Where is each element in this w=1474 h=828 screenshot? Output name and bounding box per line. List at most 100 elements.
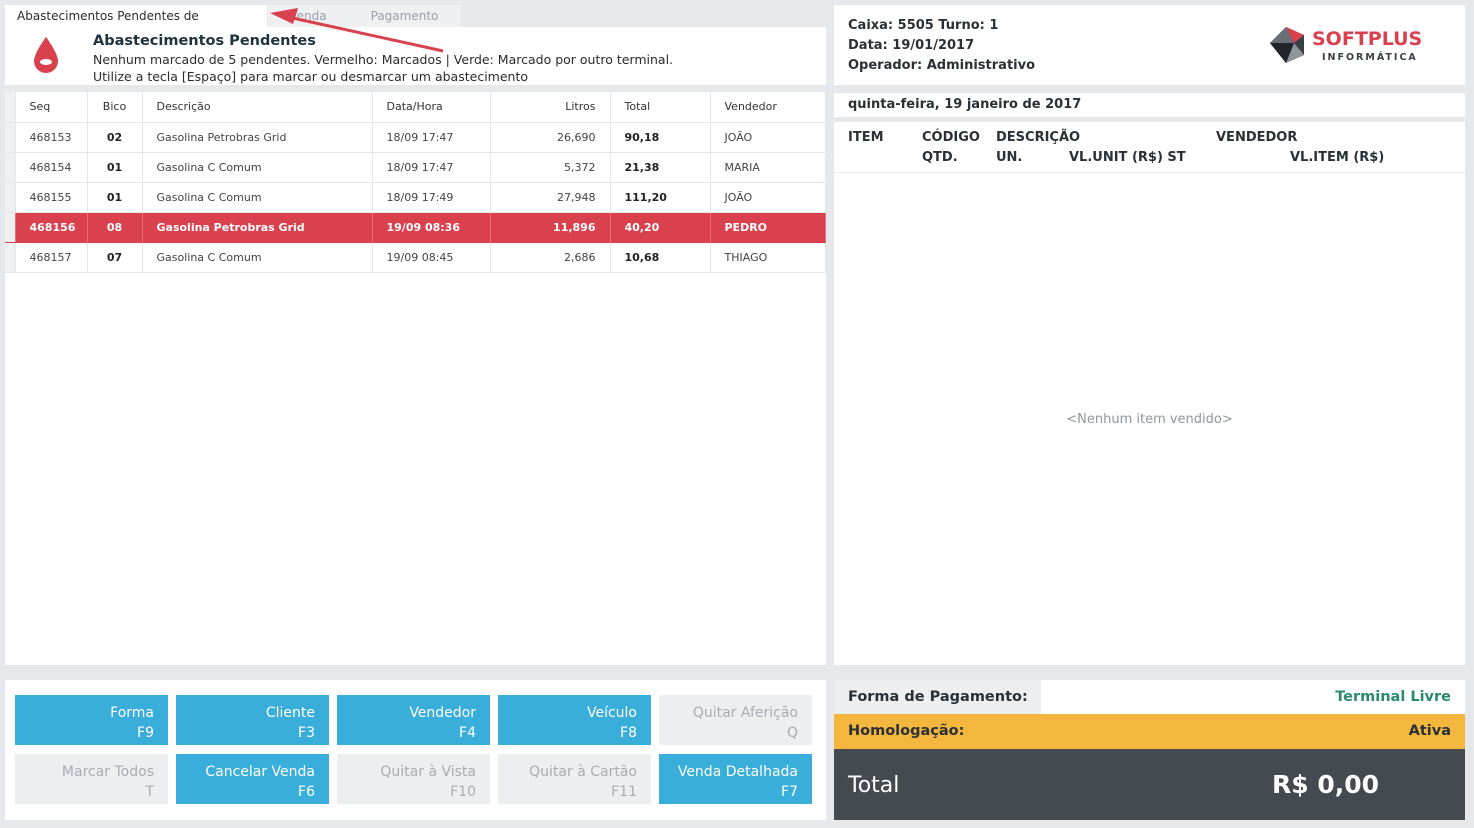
cell-litros: 27,948: [490, 182, 611, 213]
vendedor-button[interactable]: Vendedor F4: [337, 695, 490, 745]
cell-vendedor: PEDRO: [710, 212, 826, 243]
col-seq[interactable]: Seq: [15, 92, 88, 123]
cell-litros: 11,896: [490, 212, 611, 243]
col-vendedor[interactable]: Vendedor: [710, 92, 826, 123]
items-header-descricao: DESCRIÇÃO: [996, 130, 1081, 145]
cell-seq: 468157: [15, 242, 88, 273]
cell-bico: 01: [87, 182, 143, 213]
row-indicator: [5, 242, 16, 273]
items-header-item: ITEM: [848, 130, 884, 145]
homologacao-bar: Homologação: Ativa: [834, 714, 1465, 749]
cell-vendedor: JOÃO: [710, 122, 826, 153]
veiculo-button[interactable]: Veículo F8: [498, 695, 651, 745]
cell-seq: 468156: [15, 212, 88, 243]
quitar-a-cartao-button[interactable]: Quitar à Cartão F11: [498, 754, 651, 804]
cell-total: 90,18: [610, 122, 711, 153]
quitar-a-vista-button[interactable]: Quitar à Vista F10: [337, 754, 490, 804]
button-shortcut: F7: [781, 783, 798, 800]
status-text: Nenhum marcado de 5 pendentes. Vermelho:…: [93, 52, 674, 67]
button-shortcut: F10: [450, 783, 476, 800]
button-label: Marcar Todos: [61, 763, 154, 780]
cell-vendedor: MARIA: [710, 152, 826, 183]
homologacao-label: Homologação:: [848, 723, 965, 739]
date-bar: quinta-feira, 19 janeiro de 2017: [834, 93, 1465, 117]
terminal-status: Terminal Livre: [1335, 689, 1451, 705]
cell-litros: 2,686: [490, 242, 611, 273]
button-shortcut: F6: [298, 783, 315, 800]
col-data-hora[interactable]: Data/Hora: [372, 92, 491, 123]
row-indicator-header: [5, 92, 16, 123]
button-shortcut: F11: [611, 783, 637, 800]
cell-total: 40,20: [610, 212, 711, 243]
items-header-vlunit: VL.UNIT (R$) ST: [1069, 150, 1186, 165]
cell-data-hora: 19/09 08:36: [372, 212, 491, 243]
items-header-vlitem: VL.ITEM (R$): [1290, 150, 1385, 165]
cell-bico: 01: [87, 152, 143, 183]
cliente-button[interactable]: Cliente F3: [176, 695, 329, 745]
button-shortcut: F4: [459, 724, 476, 741]
marcar-todos-button[interactable]: Marcar Todos T: [15, 754, 168, 804]
cell-seq: 468154: [15, 152, 88, 183]
grid-header-row: Seq Bico Descrição Data/Hora Litros Tota…: [5, 92, 826, 123]
button-label: Quitar Aferição: [692, 704, 798, 721]
cell-data-hora: 18/09 17:49: [372, 182, 491, 213]
cell-descricao: Gasolina Petrobras Grid: [142, 212, 373, 243]
row-indicator: [5, 182, 16, 213]
table-row[interactable]: 468153 02 Gasolina Petrobras Grid 18/09 …: [5, 122, 826, 153]
cell-total: 21,38: [610, 152, 711, 183]
tab-abastecimentos-pendentes[interactable]: Abastecimentos Pendentes de Quitação: [5, 5, 267, 45]
col-descricao[interactable]: Descrição: [142, 92, 373, 123]
cell-litros: 5,372: [490, 152, 611, 183]
help-text: Utilize a tecla [Espaço] para marcar ou …: [93, 69, 529, 84]
cell-vendedor: JOÃO: [710, 182, 826, 213]
cell-bico: 02: [87, 122, 143, 153]
svg-text:SOFTPLUS: SOFTPLUS: [1312, 28, 1422, 50]
terminal-info-panel: Caixa: 5505 Turno: 1 Data: 19/01/2017 Op…: [834, 5, 1465, 85]
table-row[interactable]: 468157 07 Gasolina C Comum 19/09 08:45 2…: [5, 242, 826, 273]
cell-descricao: Gasolina C Comum: [142, 182, 373, 213]
table-row[interactable]: 468154 01 Gasolina C Comum 18/09 17:47 5…: [5, 152, 826, 183]
page-title: Abastecimentos Pendentes: [93, 33, 316, 49]
payment-summary-panel: Forma de Pagamento: Terminal Livre Homol…: [834, 680, 1465, 820]
data-atual: Data: 19/01/2017: [848, 38, 975, 53]
tab-pagamento[interactable]: Pagamento: [348, 5, 461, 27]
col-litros[interactable]: Litros: [490, 92, 611, 123]
cell-seq: 468155: [15, 182, 88, 213]
cell-bico: 08: [87, 212, 143, 243]
button-shortcut: F8: [620, 724, 637, 741]
homologacao-value: Ativa: [1408, 723, 1451, 739]
svg-text:INFORMÁTICA: INFORMÁTICA: [1322, 51, 1418, 63]
button-shortcut: Q: [786, 724, 798, 741]
table-row[interactable]: 468155 01 Gasolina C Comum 18/09 17:49 2…: [5, 182, 826, 213]
cell-total: 10,68: [610, 242, 711, 273]
tab-venda[interactable]: Venda: [268, 5, 348, 27]
pending-header: Abastecimentos Pendentes Nenhum marcado …: [5, 27, 826, 85]
button-label: Cancelar Venda: [205, 763, 315, 780]
items-header-vendedor: VENDEDOR: [1216, 130, 1298, 145]
items-header-codigo: CÓDIGO: [922, 130, 980, 145]
softplus-logo: SOFTPLUS INFORMÁTICA: [1270, 27, 1422, 63]
button-shortcut: F9: [137, 724, 154, 741]
total-label: Total: [848, 773, 900, 798]
button-label: Veículo: [586, 704, 637, 721]
cell-bico: 07: [87, 242, 143, 273]
cell-data-hora: 18/09 17:47: [372, 152, 491, 183]
venda-detalhada-button[interactable]: Venda Detalhada F7: [659, 754, 812, 804]
sale-items-panel: ITEM CÓDIGO DESCRIÇÃO VENDEDOR QTD. UN. …: [834, 122, 1465, 665]
quitar-afericao-button[interactable]: Quitar Aferição Q: [659, 695, 812, 745]
button-label: Vendedor: [409, 704, 476, 721]
button-label: Quitar à Vista: [380, 763, 476, 780]
table-row-selected[interactable]: 468156 08 Gasolina Petrobras Grid 19/09 …: [5, 212, 826, 243]
cancelar-venda-button[interactable]: Cancelar Venda F6: [176, 754, 329, 804]
col-bico[interactable]: Bico: [87, 92, 143, 123]
button-label: Cliente: [265, 704, 315, 721]
total-bar: Total R$ 0,00: [834, 749, 1465, 820]
cell-seq: 468153: [15, 122, 88, 153]
cell-descricao: Gasolina Petrobras Grid: [142, 122, 373, 153]
button-shortcut: F3: [298, 724, 315, 741]
pending-grid: Seq Bico Descrição Data/Hora Litros Tota…: [5, 92, 826, 273]
forma-button[interactable]: Forma F9: [15, 695, 168, 745]
pending-grid-panel: Seq Bico Descrição Data/Hora Litros Tota…: [5, 92, 826, 665]
col-total[interactable]: Total: [610, 92, 711, 123]
function-buttons-panel: Forma F9 Cliente F3 Vendedor F4 Veículo F8 Q…: [5, 680, 826, 820]
